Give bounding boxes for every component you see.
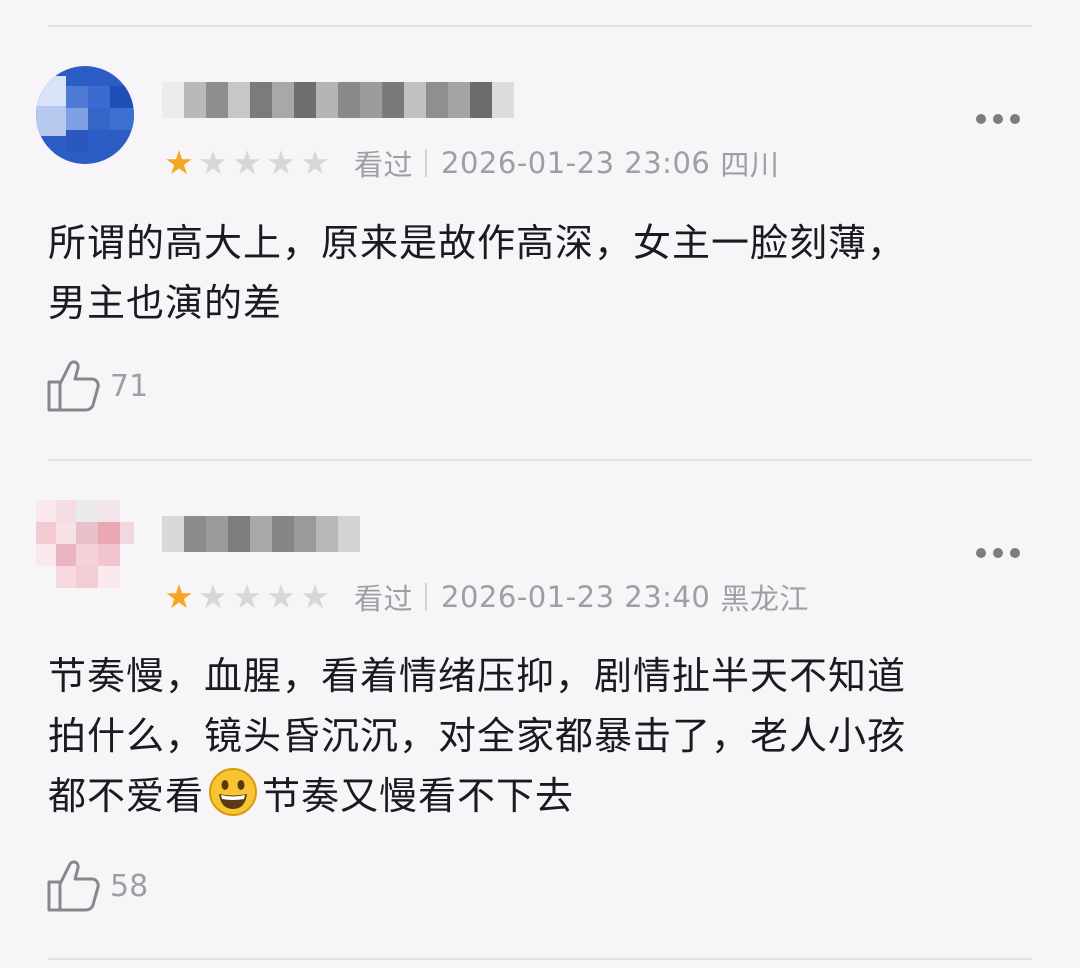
- more-dots-icon: [976, 548, 986, 558]
- review-text-line: 男主也演的差: [48, 281, 283, 325]
- star-icon: ★: [266, 143, 296, 182]
- divider-bottom: [48, 958, 1032, 960]
- grinning-face-icon: [209, 768, 258, 816]
- star-icon: ★: [164, 143, 194, 182]
- like-button[interactable]: 71: [46, 356, 148, 416]
- username-blurred[interactable]: [162, 516, 360, 552]
- review-text: 所谓的高大上，原来是故作高深，女主一脸刻薄， 男主也演的差: [48, 213, 1048, 333]
- thumbs-up-icon: [47, 860, 100, 912]
- review-text: 节奏慢，血腥，看着情绪压抑，剧情扯半天不知道 拍什么，镜头昏沉沉，对全家都暴击了…: [48, 646, 1048, 826]
- review-text-line: 拍什么，镜头昏沉沉，对全家都暴击了，老人小孩: [48, 714, 907, 758]
- watch-status: 看过: [354, 582, 414, 616]
- review-datetime: 2026-01-23 23:40: [441, 580, 711, 614]
- thumbs-up-icon: [47, 360, 100, 412]
- star-icon: ★: [232, 577, 262, 616]
- review-text-line: 都不爱看 节奏又慢看不下去: [48, 766, 1048, 826]
- star-icon: ★: [266, 577, 296, 616]
- star-rating: ★ ★ ★ ★ ★: [162, 577, 332, 617]
- review-text-segment: 节奏又慢看不下去: [262, 774, 575, 818]
- review-location: 黑龙江: [720, 582, 809, 616]
- star-icon: ★: [198, 577, 228, 616]
- review-text-line: 节奏慢，血腥，看着情绪压抑，剧情扯半天不知道: [48, 654, 907, 698]
- review-card-2: ★ ★ ★ ★ ★ 看过 2026-01-23 23:40 黑龙江 节奏慢，血腥…: [0, 460, 1080, 960]
- like-count: 58: [110, 868, 149, 904]
- review-meta: ★ ★ ★ ★ ★ 看过 2026-01-23 23:06 四川: [162, 143, 779, 183]
- star-icon: ★: [232, 143, 262, 182]
- like-button[interactable]: 58: [46, 856, 148, 916]
- review-meta: ★ ★ ★ ★ ★ 看过 2026-01-23 23:40 黑龙江: [162, 577, 809, 617]
- review-card-1: ★ ★ ★ ★ ★ 看过 2026-01-23 23:06 四川 所谓的高大上，…: [0, 0, 1080, 460]
- more-options-button[interactable]: [976, 112, 1020, 126]
- user-avatar[interactable]: [36, 500, 134, 598]
- separator: [425, 149, 428, 177]
- star-icon: ★: [300, 143, 330, 182]
- more-options-button[interactable]: [976, 546, 1020, 560]
- review-text-segment: 都不爱看: [48, 774, 205, 818]
- review-datetime: 2026-01-23 23:06: [441, 146, 711, 180]
- like-count: 71: [110, 368, 149, 404]
- review-location: 四川: [720, 148, 780, 182]
- username-blurred[interactable]: [162, 82, 514, 118]
- star-icon: ★: [164, 577, 194, 616]
- user-avatar[interactable]: [36, 66, 134, 164]
- watch-status: 看过: [354, 148, 414, 182]
- star-icon: ★: [300, 577, 330, 616]
- review-text-line: 所谓的高大上，原来是故作高深，女主一脸刻薄，: [48, 221, 907, 265]
- star-icon: ★: [198, 143, 228, 182]
- star-rating: ★ ★ ★ ★ ★: [162, 143, 332, 183]
- separator: [425, 583, 428, 611]
- more-dots-icon: [976, 114, 986, 124]
